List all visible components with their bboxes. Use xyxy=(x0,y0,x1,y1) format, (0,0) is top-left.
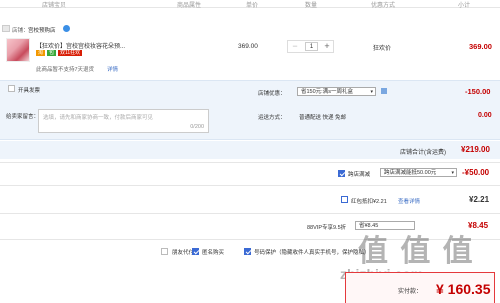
invoice-checkbox[interactable] xyxy=(8,85,15,92)
unit-price: 369.00 xyxy=(238,43,258,50)
cross-store-value: 跨店满减能抵50.00元 xyxy=(384,170,437,176)
shop-discount-select[interactable]: 省150元:满s一周礼盒 ▾ xyxy=(297,87,376,96)
redpacket-row: 红包抵扣¥2.21 查看详情 ¥2.21 xyxy=(0,193,500,207)
quantity-stepper: − 1 + xyxy=(287,40,334,53)
divider xyxy=(0,162,500,163)
shipping-value: 普通配送 快递 免邮 xyxy=(299,115,347,121)
qty-minus-button[interactable]: − xyxy=(289,41,301,52)
actual-payment-box: 实付款： ¥ 160.35 xyxy=(345,272,495,303)
cart-header: 店铺宝贝 商品属性 单价 数量 优惠方式 小计 xyxy=(0,0,500,9)
invoice-label: 开具发票 xyxy=(18,88,41,94)
vip-amount: ¥8.45 xyxy=(468,221,489,230)
col-promo: 优惠方式 xyxy=(371,3,396,9)
shipping-amount: 0.00 xyxy=(478,112,492,119)
divider xyxy=(0,213,500,214)
shop-discount-amount: -150.00 xyxy=(465,87,491,96)
return-detail-link[interactable]: 详情 xyxy=(107,65,118,73)
shop-discount-label: 店铺优惠： xyxy=(258,91,286,97)
divider xyxy=(0,185,500,186)
product-thumbnail[interactable] xyxy=(6,38,30,62)
redpacket-detail-link[interactable]: 查看详情 xyxy=(398,197,420,205)
chat-icon[interactable] xyxy=(63,25,70,32)
item-promo: 狂欢价 xyxy=(373,46,392,52)
cross-store-row: 跨店满减 跨店满减能抵50.00元 ▾ -¥50.00 xyxy=(0,166,500,180)
store-icon xyxy=(2,25,10,32)
badge-tao: 淘 xyxy=(36,50,46,56)
qty-input[interactable]: 1 xyxy=(305,42,318,51)
order-options-panel: 开具发票 给卖家留言： 选填，请先和商家协商一致，付款后商家可见 0/200 店… xyxy=(0,80,500,140)
shipping-label: 运送方式： xyxy=(258,115,286,121)
message-label: 给卖家留言： xyxy=(6,114,40,120)
qty-plus-button[interactable]: + xyxy=(321,41,333,52)
friend-pay-label: 朋友代付 xyxy=(172,250,195,256)
col-store: 店铺宝贝 xyxy=(42,3,67,9)
vip-label: 88VIP专享9.5折 xyxy=(307,225,347,231)
chevron-down-icon: ▾ xyxy=(451,170,454,176)
store-total-amount: ¥219.00 xyxy=(461,145,490,154)
shop-discount-value: 省150元:满s一周礼盒 xyxy=(301,89,353,95)
vip-row: 88VIP专享9.5折 省¥8.45 ¥8.45 xyxy=(0,219,500,233)
divider xyxy=(0,239,500,240)
return-notice: 此商品暂不支持7天退货 xyxy=(36,67,95,73)
vip-select[interactable]: 省¥8.45 xyxy=(355,221,415,230)
chevron-down-icon: ▾ xyxy=(370,89,373,95)
col-subtotal: 小计 xyxy=(458,3,471,9)
anonymous-label: 匿名购买 xyxy=(202,250,225,256)
checkout-options-row: 朋友代付 匿名购买 号码保护（隐藏收件人真实手机号，保护隐私） xyxy=(0,244,500,258)
anonymous-checkbox[interactable] xyxy=(192,248,199,255)
col-props: 商品属性 xyxy=(177,3,202,9)
friend-pay-checkbox[interactable] xyxy=(161,248,168,255)
redpacket-checkbox[interactable] xyxy=(341,196,348,203)
seller-message-input[interactable]: 选填，请先和商家协商一致，付款后商家可见 0/200 xyxy=(38,109,209,133)
redpacket-amount: ¥2.21 xyxy=(469,195,490,204)
col-qty: 数量 xyxy=(305,3,318,9)
store-row: 店铺： 宫校预购店 xyxy=(0,16,500,34)
vip-value: 省¥8.45 xyxy=(359,223,379,229)
cross-store-select[interactable]: 跨店满减能抵50.00元 ▾ xyxy=(380,168,457,177)
badge-bao: 包 xyxy=(46,50,56,56)
store-total-row: 店铺合计(含运费) ¥219.00 xyxy=(0,141,500,159)
privacy-label: 号码保护（隐藏收件人真实手机号，保护隐私） xyxy=(254,250,370,256)
message-placeholder: 选填，请先和商家协商一致，付款后商家可见 xyxy=(43,115,154,121)
badge-sale: 双11狂欢 xyxy=(57,50,83,56)
cross-store-checkbox[interactable] xyxy=(338,170,345,177)
actual-payment-amount: ¥ 160.35 xyxy=(436,281,491,297)
cross-store-amount: -¥50.00 xyxy=(462,168,490,177)
char-count: 0/200 xyxy=(190,124,204,130)
cross-store-label: 跨店满减 xyxy=(348,172,371,178)
item-badges: 淘 包 双11狂欢 xyxy=(36,49,83,56)
message-icon[interactable] xyxy=(381,88,387,94)
item-subtotal: 369.00 xyxy=(469,42,492,51)
actual-payment-label: 实付款： xyxy=(398,289,423,295)
store-total-label: 店铺合计(含运费) xyxy=(400,150,446,156)
col-price: 单价 xyxy=(246,3,259,9)
privacy-checkbox[interactable] xyxy=(244,248,251,255)
redpacket-label: 红包抵扣¥2.21 xyxy=(351,199,387,205)
cart-item: 【狂欢价】宫校宫校妆容花朵预... 淘 包 双11狂欢 此商品暂不支持7天退货 … xyxy=(0,33,500,77)
